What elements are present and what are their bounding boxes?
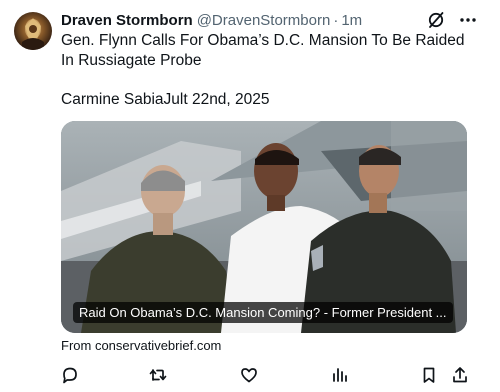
tweet-header: Draven Stormborn @DravenStormborn · 1m [61,10,362,30]
more-icon[interactable] [458,10,478,30]
card-caption: Raid On Obama’s D.C. Mansion Coming? - F… [73,302,453,323]
tweet[interactable]: Draven Stormborn @DravenStormborn · 1m G… [0,0,500,392]
user-handle[interactable]: @DravenStormborn [197,12,331,29]
bookmark-icon[interactable] [418,364,440,386]
reply-icon[interactable] [59,364,81,386]
separator-dot: · [333,11,339,29]
header-icons [426,10,478,30]
avatar-image [22,18,44,50]
avatar[interactable] [14,12,52,50]
display-name[interactable]: Draven Stormborn [61,12,193,29]
timestamp[interactable]: 1m [341,12,362,29]
like-icon[interactable] [238,364,260,386]
link-card[interactable]: Raid On Obama’s D.C. Mansion Coming? - F… [61,121,467,333]
share-icon[interactable] [449,364,471,386]
views-icon[interactable] [329,364,351,386]
retweet-icon[interactable] [147,364,169,386]
tweet-actions [59,364,471,386]
tweet-text-byline: Carmine SabiaJult 22nd, 2025 [61,91,270,108]
card-source[interactable]: From conservativebrief.com [61,338,221,353]
grok-icon[interactable] [426,10,446,30]
tweet-text-headline: Gen. Flynn Calls For Obama’s D.C. Mansio… [61,32,465,69]
